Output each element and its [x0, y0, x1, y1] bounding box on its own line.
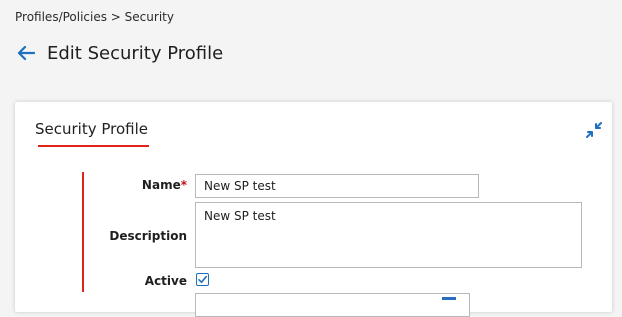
- active-section-underline: [38, 145, 149, 147]
- active-label: Active: [144, 274, 187, 288]
- description-label: Description: [109, 229, 187, 243]
- arrow-left-icon: [17, 45, 35, 61]
- collapse-arrows-icon: [586, 122, 602, 138]
- collapse-button[interactable]: [585, 121, 603, 139]
- page-title: Edit Security Profile: [47, 42, 224, 64]
- description-textarea[interactable]: New SP test: [195, 202, 582, 268]
- name-label-text: Name: [141, 178, 181, 192]
- card-title: Security Profile: [35, 120, 149, 138]
- checkmark-icon: [198, 275, 207, 283]
- next-field-select[interactable]: [195, 293, 470, 317]
- page-header: Edit Security Profile: [15, 42, 223, 64]
- security-profile-card: Security Profile Name* Description New S…: [15, 102, 612, 317]
- name-input[interactable]: [195, 174, 479, 198]
- name-label: Name*: [105, 178, 187, 192]
- breadcrumb[interactable]: Profiles/Policies > Security: [15, 10, 174, 24]
- back-button[interactable]: [15, 42, 37, 64]
- required-marker: *: [180, 178, 187, 192]
- active-checkbox[interactable]: [196, 273, 209, 286]
- form-section-indicator: [82, 172, 84, 292]
